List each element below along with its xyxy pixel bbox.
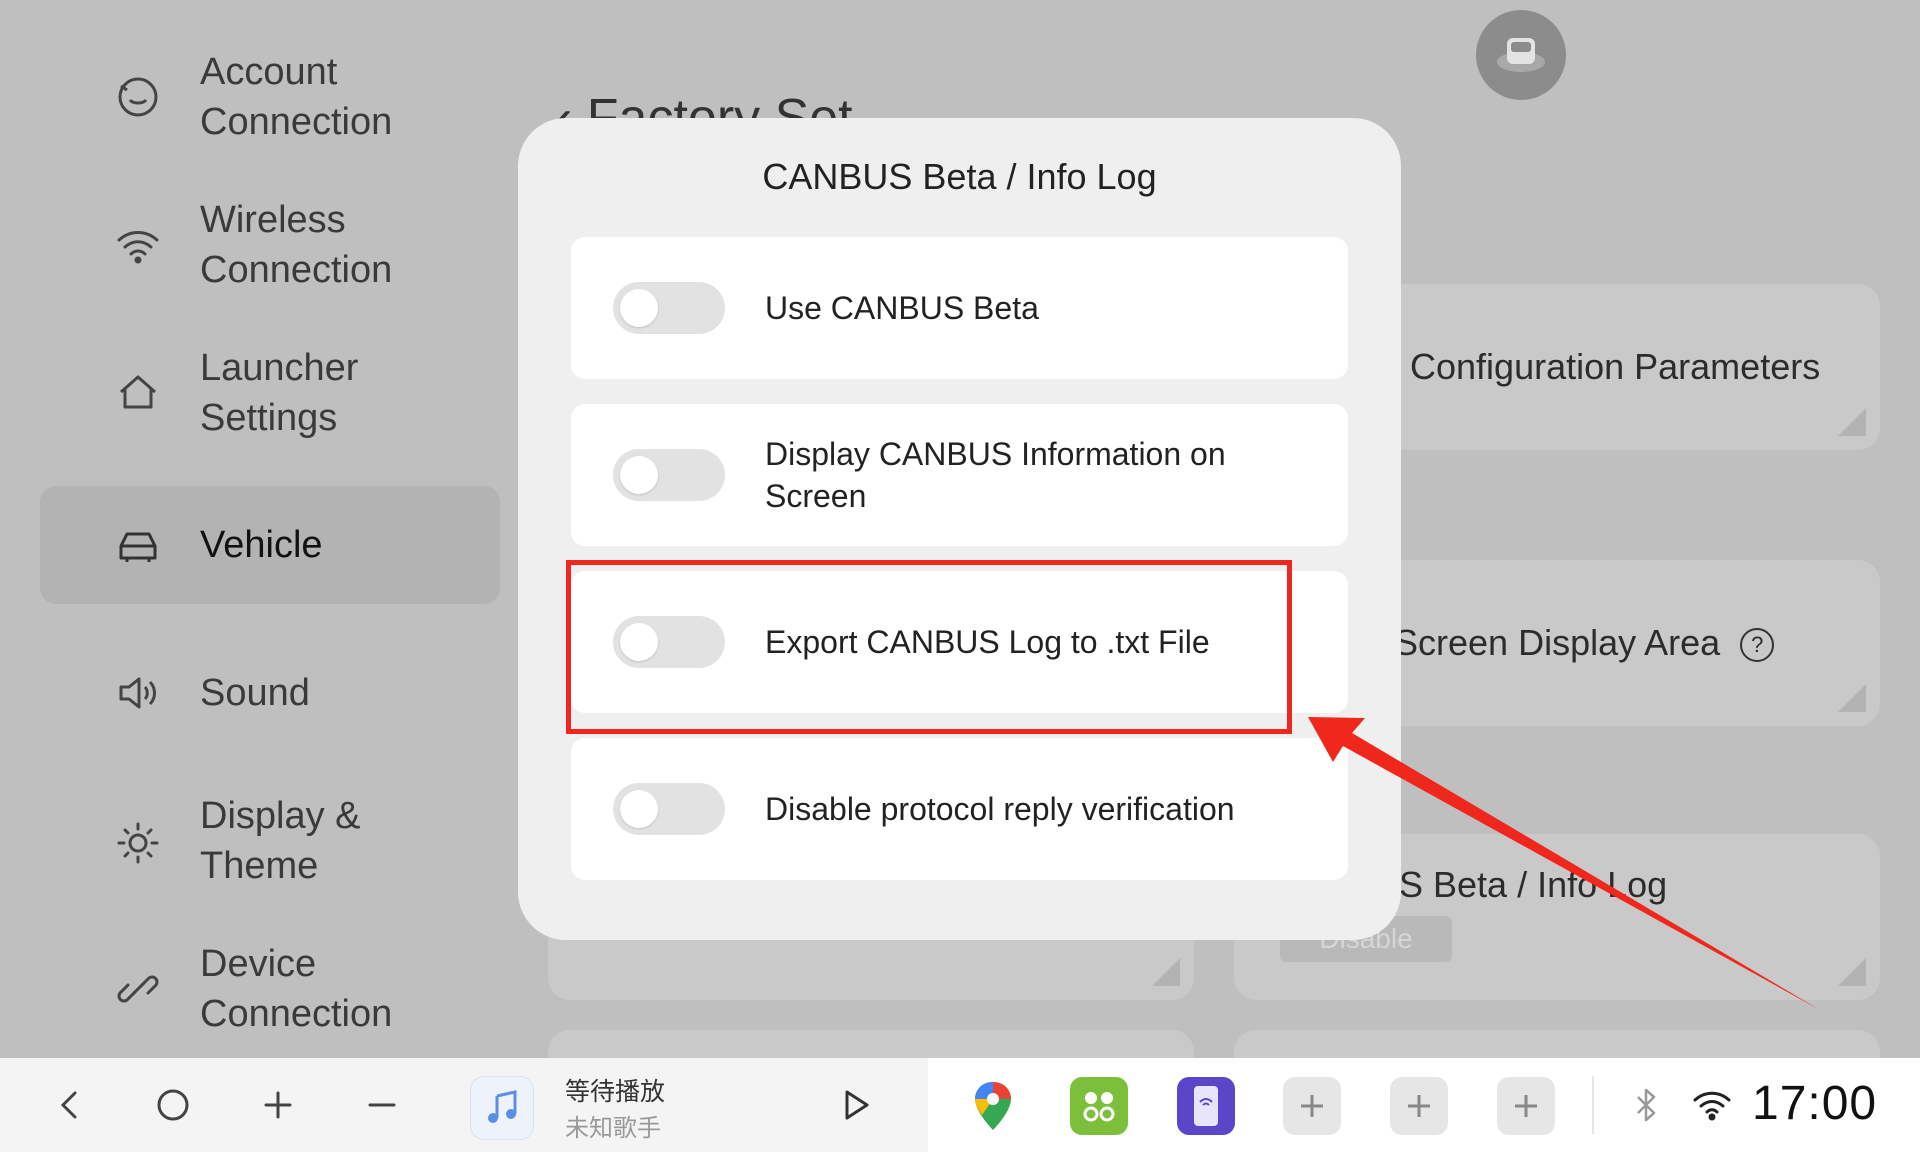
car-icon [110,517,166,573]
option-label: Display CANBUS Information on Screen [765,436,1226,514]
account-connection-icon [110,69,166,125]
sidebar-item-label: Sound [200,672,310,714]
minus-icon [368,1103,396,1107]
sidebar-item-device-connection[interactable]: Device Connection [40,930,500,1048]
link-icon [110,961,166,1017]
canbus-dialog: CANBUS Beta / Info Log Use CANBUS Beta D… [518,118,1401,940]
settings-sidebar: Account Connection Wireless Connection L… [0,0,520,1058]
home-icon [110,365,166,421]
play-icon [845,1090,869,1120]
sidebar-item-account-connection[interactable]: Account Connection [40,38,500,156]
phone-icon [1194,1086,1218,1126]
option-use-canbus-beta[interactable]: Use CANBUS Beta [571,237,1348,379]
plus-icon [1515,1095,1537,1117]
phone-link-icon[interactable] [1177,1077,1235,1135]
sidebar-item-launcher-settings[interactable]: Launcher Settings [40,334,500,452]
map-pin-icon [975,1082,1011,1130]
taskbar-divider [1592,1076,1594,1134]
card-label: Screen Display Area ? [1394,622,1775,664]
sidebar-item-label: Vehicle [200,524,323,566]
corner-mark [1838,958,1866,986]
toggle-knob [620,289,658,327]
music-artist: 未知歌手 [565,1115,661,1142]
option-display-canbus-info[interactable]: Display CANBUS Information on Screen [571,404,1348,546]
option-label: Disable protocol reply verification [765,791,1235,827]
sidebar-item-display-theme[interactable]: Display & Theme [40,782,500,900]
back-button[interactable] [40,1075,100,1135]
plus-icon [1408,1095,1430,1117]
back-arrow-icon [60,1091,77,1119]
taskbar: 等待播放 未知歌手 17:00 [0,1058,1920,1152]
option-label: Use CANBUS Beta [765,290,1039,326]
corner-mark [1152,958,1180,986]
help-icon[interactable]: ? [1740,628,1775,662]
brightness-icon [110,813,166,869]
toggle-switch[interactable] [613,449,725,501]
highlight-box [566,560,1292,734]
dialog-title: CANBUS Beta / Info Log [762,156,1157,197]
sidebar-item-wireless-connection[interactable]: Wireless Connection [40,186,500,304]
plus-icon [264,1091,292,1119]
music-note-icon [488,1090,517,1123]
plus-icon [1301,1095,1323,1117]
google-maps-icon[interactable] [964,1077,1022,1135]
sidebar-item-sound[interactable]: Sound [40,634,500,752]
sidebar-item-label: Wireless Connection [200,199,393,291]
corner-mark [1838,684,1866,712]
corner-mark [1838,408,1866,436]
play-button[interactable] [825,1075,885,1135]
toggle-knob [620,456,658,494]
taskbar-media-region [0,1058,928,1152]
app-grid-icon[interactable] [1070,1077,1128,1135]
volume-down-button[interactable] [352,1075,412,1135]
speaker-icon [110,665,166,721]
volume-up-button[interactable] [248,1075,308,1135]
toggle-switch[interactable] [613,783,725,835]
sidebar-item-vehicle[interactable]: Vehicle [40,486,500,604]
card-label: Configuration Parameters [1410,346,1821,387]
sidebar-item-label: Device Connection [200,943,393,1035]
vehicle-avatar[interactable] [1476,10,1566,100]
music-app-icon[interactable] [470,1076,534,1140]
add-shortcut-button[interactable] [1283,1077,1341,1135]
toggle-knob [620,790,658,828]
sidebar-item-label: Display & Theme [200,795,361,887]
status-clock: 17:00 [1752,1077,1878,1130]
music-title: 等待播放 [565,1078,666,1106]
add-shortcut-button[interactable] [1390,1077,1448,1135]
car-front-icon [1497,38,1545,72]
circle-home-icon [157,1089,189,1121]
home-button[interactable] [143,1075,203,1135]
sidebar-item-label: Account Connection [200,51,393,143]
four-circles-icon [1083,1092,1115,1122]
card-label: S Beta / Info Log [1399,864,1668,905]
option-disable-protocol-verification[interactable]: Disable protocol reply verification [571,738,1348,880]
bluetooth-icon[interactable] [1616,1075,1676,1135]
sidebar-item-label: Launcher Settings [200,347,359,439]
wifi-status-icon[interactable] [1682,1075,1742,1135]
add-shortcut-button[interactable] [1497,1077,1555,1135]
toggle-switch[interactable] [613,282,725,334]
wifi-icon [110,217,166,273]
